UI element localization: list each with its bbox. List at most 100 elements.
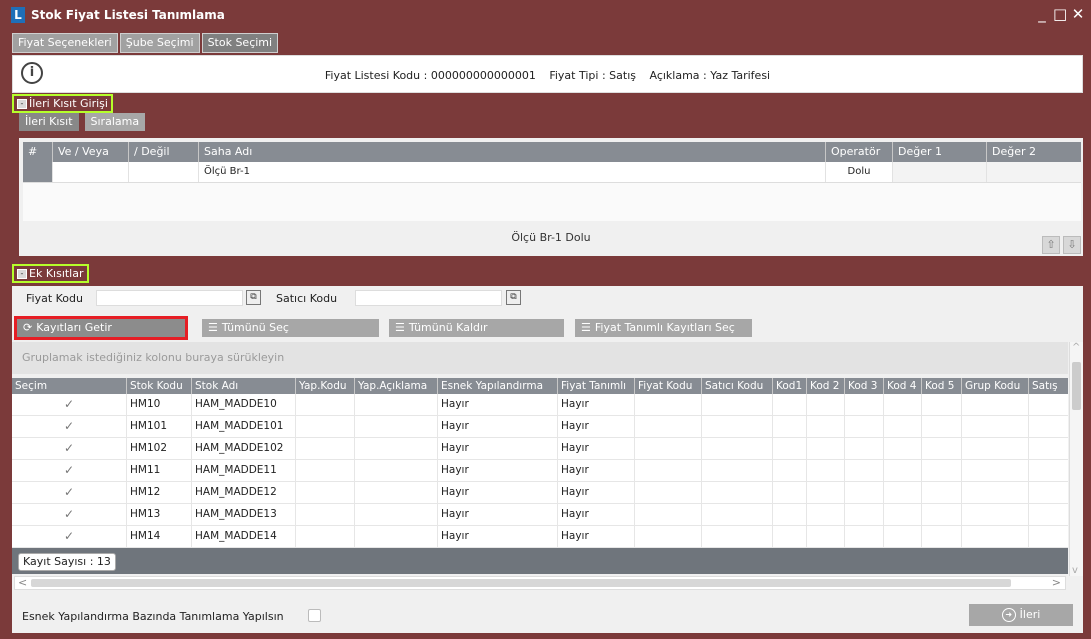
grid-cell[interactable] xyxy=(845,416,884,437)
grid-cell[interactable] xyxy=(635,504,702,525)
stok-adi-cell[interactable]: HAM_MADDE14 xyxy=(192,526,296,547)
grid-cell[interactable] xyxy=(1029,460,1068,481)
grid-cell[interactable] xyxy=(845,482,884,503)
fiyat-tanimli-cell[interactable]: Hayır xyxy=(558,526,635,547)
grid-cell[interactable] xyxy=(635,438,702,459)
grid-cell[interactable] xyxy=(702,526,773,547)
table-row[interactable]: ✓ HM12 HAM_MADDE12 Hayır Hayır xyxy=(12,482,1068,504)
table-row[interactable]: Ölçü Br-1 Dolu xyxy=(23,162,1081,183)
grid-cell[interactable] xyxy=(807,526,845,547)
grid-cell[interactable] xyxy=(355,526,438,547)
degil-cell[interactable] xyxy=(129,162,199,182)
horizontal-scrollbar[interactable]: < > xyxy=(14,576,1066,590)
fiyat-kodu-input[interactable] xyxy=(96,290,243,306)
grid-cell[interactable] xyxy=(773,526,807,547)
maximize-icon[interactable]: □ xyxy=(1053,5,1067,23)
grid-cell[interactable] xyxy=(807,394,845,415)
grid-cell[interactable] xyxy=(773,394,807,415)
esnek-yapilandirma-checkbox[interactable] xyxy=(308,609,321,622)
grid-cell[interactable] xyxy=(296,438,355,459)
column-header[interactable]: Kod1 xyxy=(773,378,807,394)
grid-cell[interactable] xyxy=(773,482,807,503)
grid-cell[interactable] xyxy=(884,460,922,481)
grid-cell[interactable] xyxy=(962,416,1029,437)
esnek-cell[interactable]: Hayır xyxy=(438,416,558,437)
grid-cell[interactable] xyxy=(884,438,922,459)
secim-checkbox[interactable]: ✓ xyxy=(12,416,127,437)
grid-cell[interactable] xyxy=(922,504,962,525)
esnek-cell[interactable]: Hayır xyxy=(438,504,558,525)
table-row[interactable]: ✓ HM13 HAM_MADDE13 Hayır Hayır xyxy=(12,504,1068,526)
grid-cell[interactable] xyxy=(845,394,884,415)
grid-cell[interactable] xyxy=(296,460,355,481)
esnek-cell[interactable]: Hayır xyxy=(438,460,558,481)
grid-cell[interactable] xyxy=(355,438,438,459)
secim-checkbox[interactable]: ✓ xyxy=(12,460,127,481)
grid-cell[interactable] xyxy=(355,416,438,437)
grid-cell[interactable] xyxy=(1029,504,1068,525)
grid-cell[interactable] xyxy=(884,394,922,415)
grid-cell[interactable] xyxy=(635,416,702,437)
tab-sube-secimi[interactable]: Şube Seçimi xyxy=(119,33,200,53)
group-by-drop-area[interactable]: Gruplamak istediğiniz kolonu buraya sürü… xyxy=(12,342,1068,374)
fiyat-tanimli-cell[interactable]: Hayır xyxy=(558,416,635,437)
column-header[interactable]: Ve / Veya xyxy=(53,142,129,162)
grid-cell[interactable] xyxy=(773,504,807,525)
esnek-cell[interactable]: Hayır xyxy=(438,526,558,547)
grid-cell[interactable] xyxy=(922,482,962,503)
grid-cell[interactable] xyxy=(702,482,773,503)
grid-cell[interactable] xyxy=(922,526,962,547)
esnek-cell[interactable]: Hayır xyxy=(438,438,558,459)
column-header[interactable]: Operatör xyxy=(826,142,893,162)
grid-cell[interactable] xyxy=(962,438,1029,459)
grid-cell[interactable] xyxy=(1029,394,1068,415)
scroll-right-icon[interactable]: > xyxy=(1052,576,1061,589)
move-up-icon[interactable]: ⇧ xyxy=(1042,236,1060,254)
grid-cell[interactable] xyxy=(1029,416,1068,437)
tab-fiyat-secenekleri[interactable]: Fiyat Seçenekleri xyxy=(12,33,118,53)
grid-cell[interactable] xyxy=(635,394,702,415)
grid-cell[interactable] xyxy=(773,416,807,437)
grid-cell[interactable] xyxy=(773,438,807,459)
grid-cell[interactable] xyxy=(922,460,962,481)
secim-checkbox[interactable]: ✓ xyxy=(12,438,127,459)
column-header[interactable]: Stok Kodu xyxy=(127,378,192,394)
secim-checkbox[interactable]: ✓ xyxy=(12,526,127,547)
stok-adi-cell[interactable]: HAM_MADDE10 xyxy=(192,394,296,415)
column-header[interactable]: Stok Adı xyxy=(192,378,296,394)
grid-cell[interactable] xyxy=(702,394,773,415)
satici-kodu-input[interactable] xyxy=(355,290,502,306)
stok-kodu-cell[interactable]: HM12 xyxy=(127,482,192,503)
tumunu-kaldir-button[interactable]: ☰ Tümünü Kaldır xyxy=(389,319,564,337)
minimize-icon[interactable]: _ xyxy=(1035,5,1049,23)
satici-kodu-lookup-icon[interactable]: ⧉ xyxy=(506,290,521,305)
grid-cell[interactable] xyxy=(922,416,962,437)
stok-adi-cell[interactable]: HAM_MADDE13 xyxy=(192,504,296,525)
fiyat-kodu-lookup-icon[interactable]: ⧉ xyxy=(246,290,261,305)
kayitlari-getir-button[interactable]: ⟳ Kayıtları Getir xyxy=(14,316,188,340)
stok-kodu-cell[interactable]: HM102 xyxy=(127,438,192,459)
grid-cell[interactable] xyxy=(355,504,438,525)
secim-checkbox[interactable]: ✓ xyxy=(12,482,127,503)
column-header[interactable]: Grup Kodu xyxy=(962,378,1029,394)
column-header[interactable]: Seçim xyxy=(12,378,127,394)
grid-cell[interactable] xyxy=(635,526,702,547)
scroll-left-icon[interactable]: < xyxy=(18,576,27,589)
stok-kodu-cell[interactable]: HM11 xyxy=(127,460,192,481)
stok-kodu-cell[interactable]: HM10 xyxy=(127,394,192,415)
fiyat-tanimli-cell[interactable]: Hayır xyxy=(558,438,635,459)
table-row[interactable]: ✓ HM11 HAM_MADDE11 Hayır Hayır xyxy=(12,460,1068,482)
grid-cell[interactable] xyxy=(296,526,355,547)
grid-cell[interactable] xyxy=(355,460,438,481)
column-header[interactable]: Yap.Açıklama xyxy=(355,378,438,394)
stok-adi-cell[interactable]: HAM_MADDE12 xyxy=(192,482,296,503)
grid-cell[interactable] xyxy=(962,460,1029,481)
column-header[interactable]: Kod 5 xyxy=(922,378,962,394)
fiyat-tanimli-kayitlari-sec-button[interactable]: ☰ Fiyat Tanımlı Kayıtları Seç xyxy=(575,319,752,337)
grid-cell[interactable] xyxy=(845,504,884,525)
grid-cell[interactable] xyxy=(807,460,845,481)
grid-cell[interactable] xyxy=(702,460,773,481)
grid-cell[interactable] xyxy=(1029,526,1068,547)
ileri-kisit-section-toggle[interactable]: - İleri Kısıt Girişi xyxy=(12,94,113,113)
grid-cell[interactable] xyxy=(635,482,702,503)
